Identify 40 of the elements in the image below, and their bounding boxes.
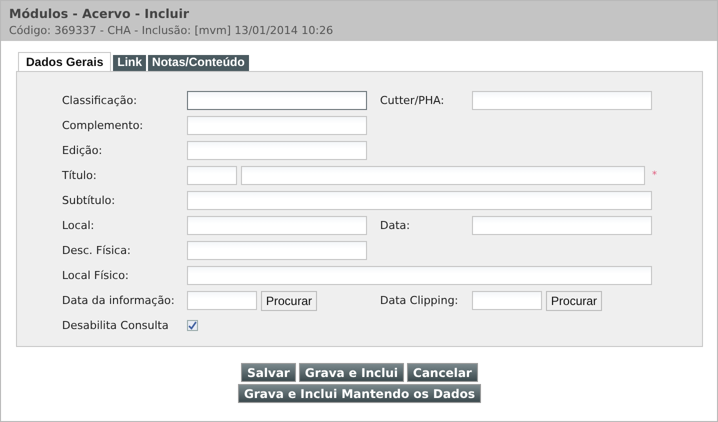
field-label: Desabilita Consulta — [61, 319, 170, 332]
field-label: Data Clipping: — [380, 294, 460, 307]
field-label: Local: — [61, 219, 96, 232]
input-field[interactable] — [187, 216, 367, 235]
input-field[interactable] — [187, 191, 652, 210]
field-label: Local Físico: — [61, 269, 130, 282]
required-mark: * — [652, 170, 657, 181]
input-field[interactable] — [472, 216, 652, 235]
field-label: Data da informação: — [61, 294, 176, 307]
tab[interactable]: Notas/Conteúdo — [148, 55, 249, 71]
field-label: Edição: — [61, 144, 104, 157]
input-field[interactable] — [187, 141, 367, 160]
date-field[interactable] — [187, 291, 257, 310]
date-field[interactable] — [472, 291, 542, 310]
field-label: Data: — [380, 219, 411, 232]
action-button[interactable]: Grava e Inclui Mantendo os Dados — [238, 384, 481, 403]
field-label: Cutter/PHA: — [380, 94, 446, 107]
checkbox[interactable] — [187, 320, 198, 331]
page-title: Módulos - Acervo - Incluir — [9, 6, 190, 21]
field-label: Desc. Física: — [61, 244, 132, 257]
record-info: Código: 369337 - CHA - Inclusão: [mvm] 13/01/2014 10:26 — [9, 24, 334, 37]
action-button[interactable]: Cancelar — [407, 363, 478, 382]
tab[interactable]: Dados Gerais — [18, 52, 112, 71]
input-field[interactable] — [187, 166, 237, 185]
field-label: Complemento: — [61, 119, 144, 132]
action-button[interactable]: Grava e Inclui — [298, 363, 404, 382]
field-label: Subtítulo: — [61, 194, 116, 207]
input-field[interactable] — [472, 91, 652, 110]
input-field[interactable] — [187, 91, 367, 110]
search-button[interactable]: Procurar — [546, 290, 602, 310]
input-field[interactable] — [187, 241, 367, 260]
input-field[interactable] — [241, 166, 645, 185]
check-icon — [188, 321, 197, 330]
field-label: Título: — [61, 169, 98, 182]
input-field[interactable] — [187, 266, 652, 285]
tab[interactable]: Link — [113, 55, 146, 71]
action-button[interactable]: Salvar — [241, 363, 296, 382]
input-field[interactable] — [187, 116, 367, 135]
field-label: Classificação: — [61, 94, 138, 107]
search-button[interactable]: Procurar — [261, 290, 318, 310]
